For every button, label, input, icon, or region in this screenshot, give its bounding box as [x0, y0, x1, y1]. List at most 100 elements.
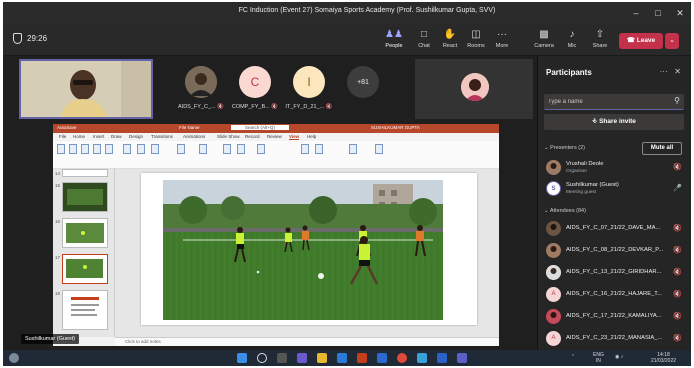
participant-search[interactable]: ⚲	[544, 94, 684, 110]
participant-tile[interactable]: C COMP_FY_B... 🔇	[225, 66, 285, 110]
clock[interactable]: 14:18 21/03/2022	[651, 352, 676, 364]
presenters-section-header[interactable]: ⌄ Presenters (2)	[544, 145, 585, 151]
slide-thumbnail[interactable]	[62, 169, 108, 177]
store-icon[interactable]	[377, 353, 387, 363]
mic-muted-icon: 🔇	[271, 104, 279, 110]
more-button[interactable]: ··· More	[489, 29, 515, 49]
ppt-search-box[interactable]: Search (Alt+Q)	[231, 125, 289, 130]
notes-page-icon[interactable]	[93, 144, 101, 154]
participant-row[interactable]: A AIDS_FY_C_23_21/22_MANASIA_... 🔇	[544, 330, 688, 348]
chat-icon: □	[420, 29, 428, 40]
slide-thumbnail[interactable]	[62, 218, 108, 248]
mic-button[interactable]: ♪ Mic	[559, 29, 585, 49]
notes-icon[interactable]	[199, 144, 207, 154]
mail-icon[interactable]	[417, 353, 427, 363]
rooms-button[interactable]: ◫ Rooms	[463, 29, 489, 49]
notes-master-icon[interactable]	[151, 144, 159, 154]
minimize-icon[interactable]: –	[625, 6, 647, 20]
ppt-tab[interactable]: Review	[267, 134, 282, 139]
zoom-icon[interactable]	[223, 144, 231, 154]
shared-screen-powerpoint[interactable]: AutoSave File Name Search (Alt+Q) SUSHIL…	[53, 124, 499, 346]
leave-button[interactable]: ☎ Leave	[619, 33, 663, 49]
new-window-icon[interactable]	[301, 144, 309, 154]
ppt-tab[interactable]: Insert	[93, 134, 104, 139]
file-explorer-icon[interactable]	[317, 353, 327, 363]
edge-icon[interactable]	[337, 353, 347, 363]
close-panel-icon[interactable]: ✕	[674, 67, 681, 76]
leave-options-chevron-icon[interactable]: ⌄	[665, 33, 679, 49]
ppt-tab[interactable]: Record	[245, 134, 260, 139]
slide-thumbnail[interactable]	[62, 182, 108, 212]
participant-video-tile[interactable]	[415, 59, 533, 119]
participant-row[interactable]: AIDS_FY_C_17_21/22_KAMALIYA... 🔇	[544, 308, 688, 326]
arrange-all-icon[interactable]	[315, 144, 323, 154]
teams-icon[interactable]	[457, 353, 467, 363]
language-indicator[interactable]: ENG IN	[593, 352, 604, 364]
fit-to-window-icon[interactable]	[237, 144, 245, 154]
handout-master-icon[interactable]	[137, 144, 145, 154]
ppt-tab[interactable]: File	[59, 134, 66, 139]
task-view-icon[interactable]	[277, 353, 287, 363]
participant-name: COMP_FY_B... 🔇	[231, 104, 279, 110]
ppt-tab[interactable]: Slide Show	[217, 134, 240, 139]
slide-thumbnail-selected[interactable]	[62, 254, 108, 284]
overflow-participants[interactable]: +81	[333, 66, 393, 98]
macros-icon[interactable]	[375, 144, 383, 154]
participant-row[interactable]: AIDS_FY_C_13_21/22_GIRIDHAR... 🔇	[544, 264, 688, 282]
chat-button[interactable]: □ Chat	[411, 29, 437, 49]
ppt-tab-active[interactable]: View	[289, 134, 300, 140]
search-icon: ⚲	[674, 96, 680, 105]
attendees-section-header[interactable]: ⌄ Attendees (84)	[544, 208, 586, 214]
chrome-icon[interactable]	[397, 353, 407, 363]
participant-avatar: C	[239, 66, 271, 98]
react-button[interactable]: ✋ React	[437, 29, 463, 49]
reading-view-icon[interactable]	[105, 144, 113, 154]
ppt-tab[interactable]: Design	[129, 134, 143, 139]
search-taskbar-icon[interactable]	[257, 353, 267, 363]
outline-view-icon[interactable]	[69, 144, 77, 154]
participant-row[interactable]: AIDS_FY_C_08_21/22_DEVKAR_P... 🔇	[544, 242, 688, 260]
presenter-name-tag: Sushilkumar (Guest)	[21, 334, 80, 344]
current-slide[interactable]	[141, 173, 477, 325]
widgets-icon[interactable]	[297, 353, 307, 363]
people-button[interactable]: ♟♟ People	[381, 29, 407, 49]
ppt-tab[interactable]: Draw	[111, 134, 122, 139]
participant-search-input[interactable]	[548, 96, 664, 108]
attendees-count: Attendees (84)	[549, 208, 586, 214]
slide-master-icon[interactable]	[123, 144, 131, 154]
ppt-ribbon	[53, 141, 499, 169]
ppt-notes-pane[interactable]: Click to add notes	[115, 337, 499, 346]
tray-chevron-icon[interactable]: ⌃	[571, 354, 575, 360]
camera-button[interactable]: ▩ Camera	[531, 29, 557, 49]
slide-sorter-icon[interactable]	[81, 144, 89, 154]
ruler-gridlines-icon[interactable]	[177, 144, 185, 154]
participant-tile[interactable]: AIDS_FY_C_... 🔇	[171, 66, 231, 110]
participant-tile[interactable]: I IT_FY_D_21_... 🔇	[279, 66, 339, 110]
participant-row[interactable]: Vrushali Deole Organiser 🔇	[544, 159, 688, 177]
ppt-autosave[interactable]: AutoSave	[57, 125, 77, 130]
word-icon[interactable]	[437, 353, 447, 363]
active-speaker-video[interactable]	[19, 59, 153, 119]
color-grayscale-icon[interactable]	[257, 144, 265, 154]
ppt-tab[interactable]: Help	[307, 134, 316, 139]
mic-label: Mic	[567, 43, 577, 49]
normal-view-icon[interactable]	[57, 144, 65, 154]
participant-row[interactable]: S Sushilkumar (Guest) Meeting guest 🎤	[544, 180, 688, 198]
more-options-icon[interactable]: ···	[660, 67, 668, 76]
share-invite-button[interactable]: ⎀ Share invite	[544, 114, 684, 130]
mute-all-button[interactable]: Mute all	[642, 142, 682, 155]
powerpoint-icon[interactable]	[357, 353, 367, 363]
participant-row[interactable]: A AIDS_FY_C_16_21/22_HAJARE_T... 🔇	[544, 286, 688, 304]
close-icon[interactable]: ✕	[669, 6, 691, 20]
slide-thumbnail[interactable]	[62, 290, 108, 330]
participant-row[interactable]: AIDS_FY_C_07_21/22_DAVE_MA... 🔇	[544, 220, 688, 238]
share-button[interactable]: ⇧ Share	[587, 29, 613, 49]
start-icon[interactable]	[237, 353, 247, 363]
ppt-tab[interactable]: Transitions	[151, 134, 173, 139]
switch-windows-icon[interactable]	[349, 144, 357, 154]
ppt-tab[interactable]: Home	[73, 134, 85, 139]
wifi-volume-icon[interactable]: ◉ ♪	[615, 354, 623, 360]
maximize-icon[interactable]: □	[647, 6, 669, 20]
weather-icon[interactable]	[9, 353, 19, 363]
ppt-tab[interactable]: Animations	[183, 134, 205, 139]
